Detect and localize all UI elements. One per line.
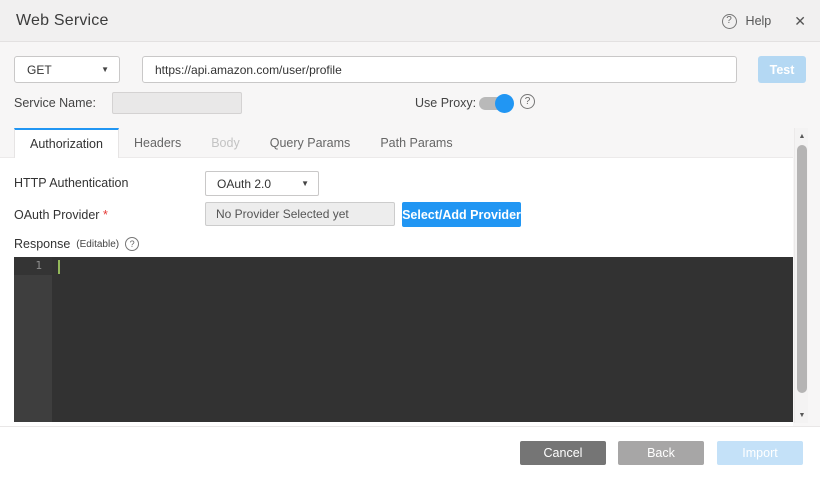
oauth-provider-label: OAuth Provider * bbox=[14, 208, 108, 222]
help-link[interactable]: Help bbox=[746, 14, 772, 28]
tab-headers[interactable]: Headers bbox=[119, 128, 196, 157]
response-label: Response bbox=[14, 237, 70, 251]
tab-path-params[interactable]: Path Params bbox=[365, 128, 467, 157]
http-authentication-value: OAuth 2.0 bbox=[217, 177, 271, 191]
vertical-scrollbar[interactable]: ▲ ▼ bbox=[794, 128, 808, 423]
text-cursor bbox=[58, 260, 60, 274]
select-add-provider-button[interactable]: Select/Add Provider bbox=[402, 202, 521, 227]
oauth-provider-field: No Provider Selected yet bbox=[205, 202, 395, 226]
http-method-value: GET bbox=[27, 63, 52, 77]
tab-body[interactable]: Body bbox=[196, 128, 255, 157]
toggle-knob bbox=[495, 94, 514, 113]
test-button[interactable]: Test bbox=[758, 56, 806, 83]
response-label-row: Response (Editable) ? bbox=[14, 237, 139, 251]
cancel-button[interactable]: Cancel bbox=[520, 441, 606, 465]
use-proxy-label: Use Proxy: bbox=[415, 96, 476, 110]
back-button[interactable]: Back bbox=[618, 441, 704, 465]
tab-authorization[interactable]: Authorization bbox=[14, 128, 119, 158]
page-title: Web Service bbox=[16, 12, 109, 30]
scroll-up-icon[interactable]: ▲ bbox=[795, 129, 809, 143]
oauth-provider-label-text: OAuth Provider bbox=[14, 208, 99, 222]
http-authentication-select[interactable]: OAuth 2.0 ▼ bbox=[205, 171, 319, 196]
proxy-help-icon[interactable]: ? bbox=[520, 94, 535, 109]
import-button[interactable]: Import bbox=[717, 441, 803, 465]
chevron-down-icon: ▼ bbox=[301, 179, 309, 188]
scrollbar-thumb[interactable] bbox=[797, 145, 807, 393]
required-asterisk: * bbox=[103, 208, 108, 222]
close-icon[interactable]: ✕ bbox=[794, 13, 806, 30]
service-name-label: Service Name: bbox=[14, 96, 96, 110]
http-authentication-label: HTTP Authentication bbox=[14, 176, 128, 190]
response-help-icon[interactable]: ? bbox=[125, 237, 139, 251]
url-input[interactable] bbox=[142, 56, 737, 83]
oauth-provider-value: No Provider Selected yet bbox=[216, 207, 349, 221]
http-method-select[interactable]: GET ▼ bbox=[14, 56, 120, 83]
tab-query-params[interactable]: Query Params bbox=[255, 128, 366, 157]
web-service-dialog: Web Service ? Help ✕ GET ▼ Test Service … bbox=[0, 0, 820, 480]
tab-bar: Authorization Headers Body Query Params … bbox=[0, 128, 793, 158]
authorization-panel: HTTP Authentication OAuth 2.0 ▼ OAuth Pr… bbox=[0, 158, 793, 426]
scroll-down-icon[interactable]: ▼ bbox=[795, 408, 809, 422]
line-number: 1 bbox=[14, 257, 52, 275]
dialog-footer: Cancel Back Import bbox=[0, 426, 820, 480]
help-icon[interactable]: ? bbox=[722, 14, 737, 29]
editor-gutter: 1 bbox=[14, 257, 52, 422]
service-name-input[interactable] bbox=[112, 92, 242, 114]
editor-code-area[interactable] bbox=[52, 257, 793, 422]
chevron-down-icon: ▼ bbox=[101, 65, 109, 74]
header-actions: ? Help ✕ bbox=[722, 0, 806, 42]
response-editor[interactable]: 1 bbox=[14, 257, 793, 422]
use-proxy-toggle[interactable] bbox=[479, 97, 512, 110]
response-editable-note: (Editable) bbox=[76, 239, 119, 250]
dialog-header: Web Service ? Help ✕ bbox=[0, 0, 820, 42]
